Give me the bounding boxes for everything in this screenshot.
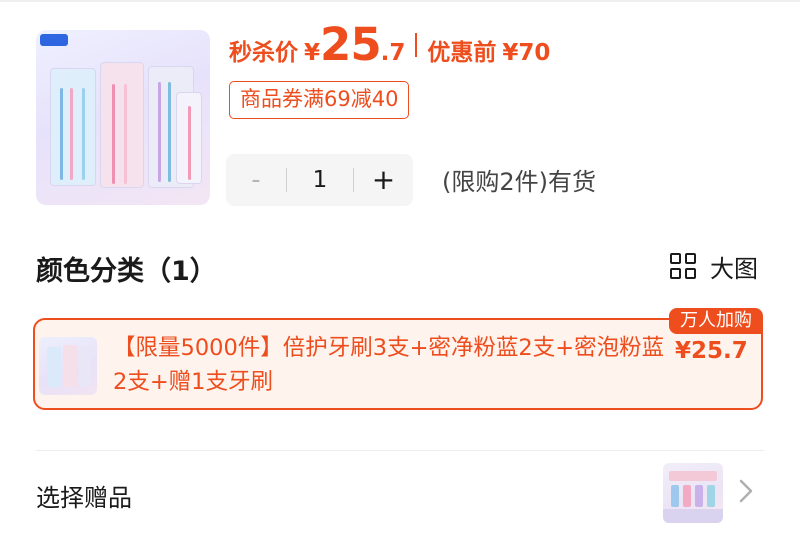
price-divider (415, 33, 418, 57)
package-left (50, 68, 96, 186)
popular-badge: 万人加购 (669, 308, 763, 334)
sku-name: 【限量5000件】倍护牙刷3支+密净粉蓝2支+密泡粉蓝2支+赠1支牙刷 (113, 335, 665, 395)
toothbrush (60, 88, 63, 180)
sku-thumbnail (39, 337, 97, 395)
brand-logo-icon (40, 34, 68, 46)
toothbrush (82, 88, 85, 180)
chevron-right-icon[interactable] (738, 478, 754, 504)
currency-symbol: ¥ (304, 40, 321, 66)
product-image[interactable] (36, 30, 210, 205)
coupon-tag[interactable]: 商品券满69减40 (229, 81, 410, 119)
price-decimal: .7 (380, 40, 406, 66)
decrease-button[interactable]: - (226, 154, 286, 206)
big-view-label: 大图 (710, 254, 758, 283)
price-integer: 25 (320, 18, 382, 71)
original-price: ¥70 (502, 40, 551, 66)
grid-view-icon (670, 253, 696, 279)
toothbrush (70, 88, 73, 180)
price-row: 秒杀价 ¥ 25 .7 优惠前 ¥70 (229, 18, 550, 72)
package-middle (100, 62, 144, 188)
sku-option-selected[interactable]: 【限量5000件】倍护牙刷3支+密净粉蓝2支+密泡粉蓝2支+赠1支牙刷 ¥25.… (33, 318, 763, 410)
gift-banner (663, 509, 723, 523)
original-price-label: 优惠前 (427, 40, 497, 66)
top-divider (0, 0, 800, 2)
sku-price: ¥25.7 (675, 338, 748, 364)
toothbrush (188, 106, 191, 180)
increase-button[interactable]: + (354, 154, 413, 206)
flash-sale-label: 秒杀价 (229, 40, 298, 66)
toothbrush (124, 84, 127, 184)
quantity-value[interactable]: 1 (287, 154, 353, 206)
quantity-stepper: - 1 + (226, 154, 413, 206)
choose-gift-label[interactable]: 选择赠品 (36, 478, 132, 513)
toothbrush (168, 82, 171, 182)
row-divider (36, 450, 764, 451)
toothbrush (158, 82, 161, 182)
big-view-toggle[interactable]: 大图 (670, 250, 758, 283)
gift-thumbnail[interactable] (663, 463, 723, 523)
stock-status: (限购2件)有货 (442, 168, 596, 196)
toothbrush (112, 84, 115, 184)
section-title: 颜色分类（1） (36, 256, 217, 287)
